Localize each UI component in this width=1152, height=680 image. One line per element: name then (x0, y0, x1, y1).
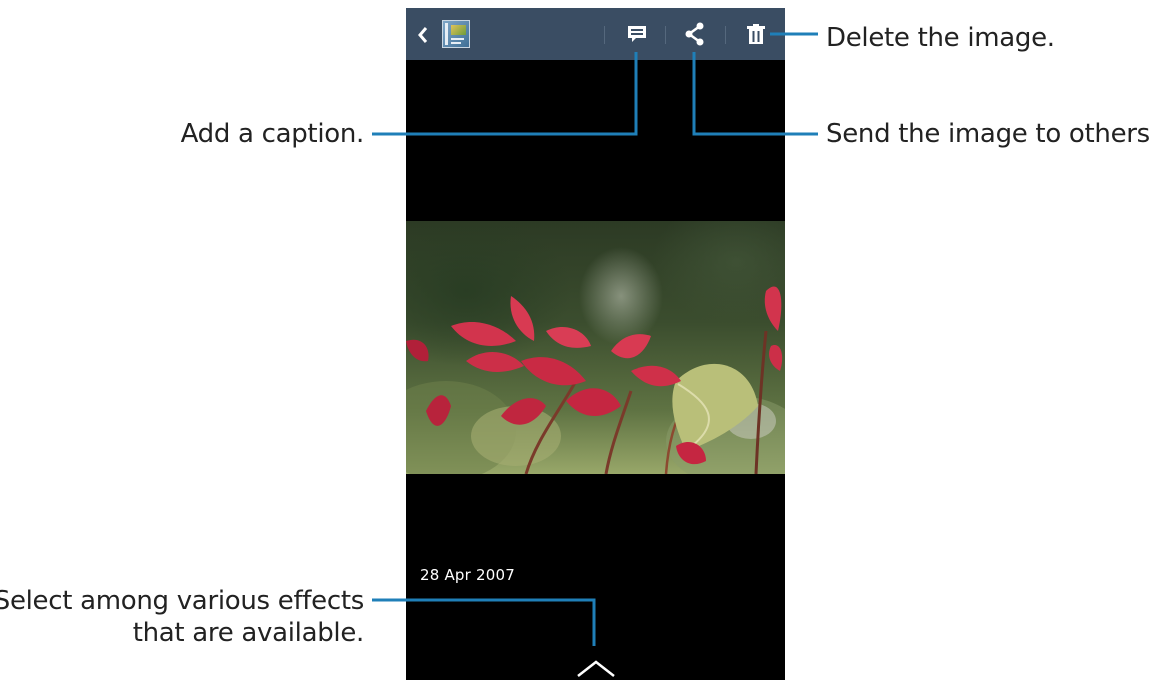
photo-date: 28 Apr 2007 (420, 566, 515, 584)
callout-delete: Delete the image. (826, 23, 1055, 53)
share-icon (685, 22, 704, 46)
callout-effects-line1: Select among various effects (0, 586, 364, 616)
trash-icon (746, 24, 765, 44)
album-thumbnail-icon (442, 20, 470, 48)
photo-image[interactable] (406, 221, 785, 474)
action-bar (406, 8, 785, 60)
plant-photo (406, 286, 785, 474)
caption-button[interactable] (610, 8, 664, 60)
callout-effects: Select among various effects that are av… (0, 585, 364, 649)
divider (604, 26, 605, 44)
share-button[interactable] (666, 8, 724, 60)
callout-send: Send the image to others. (826, 119, 1152, 149)
callout-effects-line2: that are available. (132, 618, 365, 648)
effects-button[interactable] (574, 654, 618, 680)
phone-screen: 28 Apr 2007 (406, 8, 785, 680)
back-button[interactable] (406, 8, 474, 60)
comment-icon (628, 26, 646, 42)
delete-button[interactable] (726, 8, 785, 60)
callout-caption: Add a caption. (180, 119, 365, 149)
chevron-up-icon (577, 660, 615, 677)
chevron-left-icon (418, 27, 428, 43)
